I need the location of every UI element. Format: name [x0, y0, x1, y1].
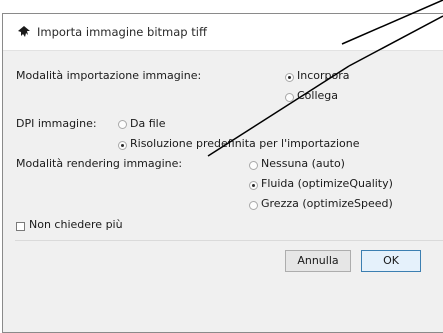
- radio-dpi-default[interactable]: [118, 141, 127, 150]
- dpi-label: DPI immagine:: [16, 117, 97, 130]
- dialog-title: Importa immagine bitmap tiff: [37, 25, 207, 39]
- radio-import-embed-label[interactable]: Incorpora: [297, 69, 350, 82]
- radio-render-speed[interactable]: [249, 201, 258, 210]
- button-separator: [15, 240, 443, 241]
- radio-dpi-default-label[interactable]: Risoluzione predefinita per l'importazio…: [130, 137, 359, 150]
- render-mode-label: Modalità rendering immagine:: [16, 157, 183, 170]
- radio-import-embed[interactable]: [285, 73, 294, 82]
- radio-render-auto-label[interactable]: Nessuna (auto): [261, 157, 345, 170]
- inkscape-icon: [18, 26, 30, 37]
- cancel-button[interactable]: Annulla: [285, 250, 351, 272]
- dont-ask-label[interactable]: Non chiedere più: [29, 218, 123, 231]
- title-bar: Importa immagine bitmap tiff: [3, 14, 443, 51]
- import-bitmap-dialog: Importa immagine bitmap tiff Modalità im…: [2, 13, 443, 333]
- import-mode-label: Modalità importazione immagine:: [16, 69, 202, 82]
- radio-dpi-from-file[interactable]: [118, 120, 127, 129]
- dont-ask-checkbox[interactable]: [16, 222, 25, 231]
- radio-import-link-label[interactable]: Collega: [297, 89, 338, 102]
- radio-render-quality[interactable]: [249, 181, 258, 190]
- radio-dpi-from-file-label[interactable]: Da file: [130, 117, 165, 130]
- radio-render-quality-label[interactable]: Fluida (optimizeQuality): [261, 177, 393, 190]
- radio-render-auto[interactable]: [249, 161, 258, 170]
- ok-button[interactable]: OK: [361, 250, 421, 272]
- radio-import-link[interactable]: [285, 93, 294, 102]
- radio-render-speed-label[interactable]: Grezza (optimizeSpeed): [261, 197, 393, 210]
